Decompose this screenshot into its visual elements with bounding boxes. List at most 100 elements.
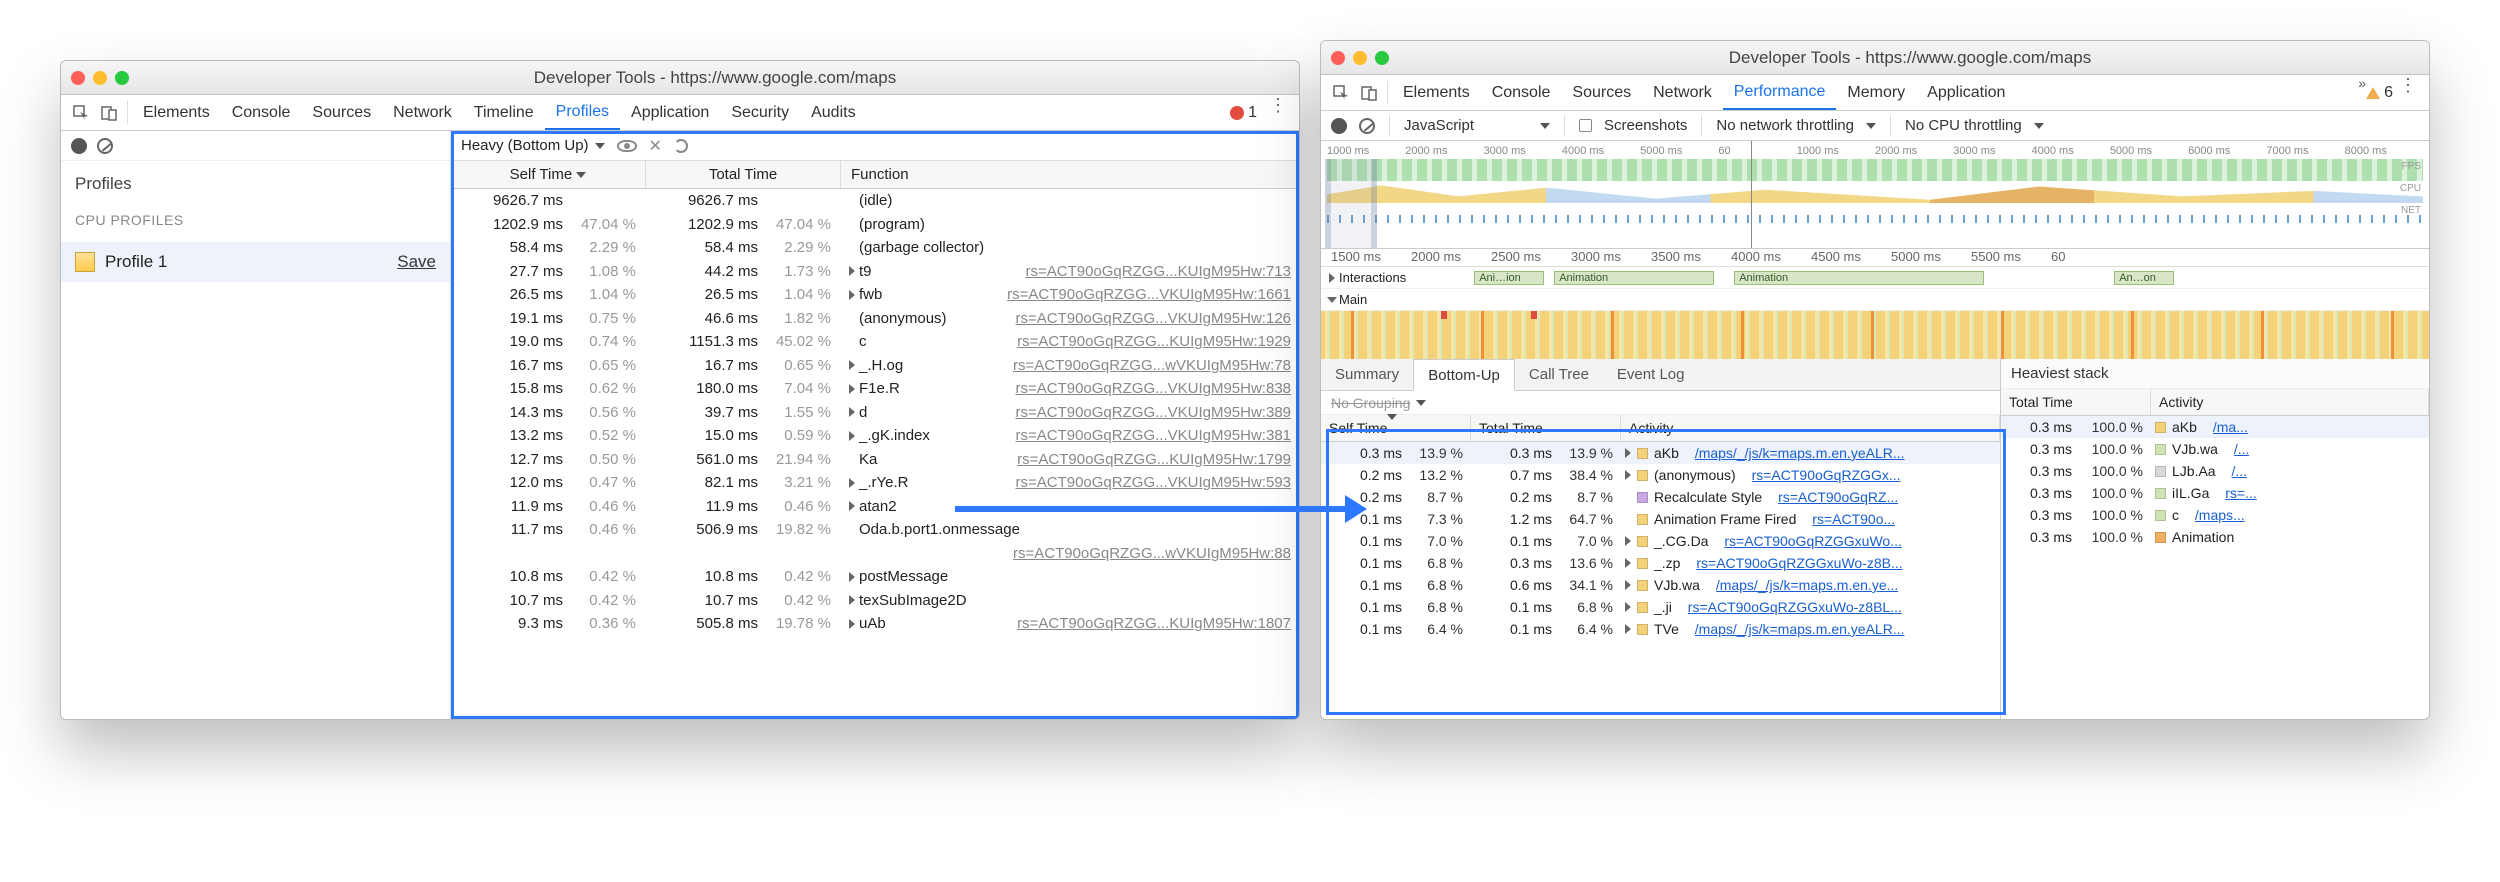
minimize-icon[interactable] [93, 71, 107, 85]
inspect-icon[interactable] [67, 95, 95, 130]
tab-security[interactable]: Security [720, 95, 800, 130]
warning-badge[interactable]: 6 [2366, 75, 2393, 110]
table-row[interactable]: 26.5 ms1.04 %26.5 ms1.04 %fwbrs=ACT90oGq… [451, 283, 1299, 307]
source-link[interactable]: /maps/_/js/k=maps.m.en.yeALR... [1695, 445, 1905, 461]
table-row[interactable]: 13.2 ms0.52 %15.0 ms0.59 %_.gK.indexrs=A… [451, 424, 1299, 448]
tab-memory[interactable]: Memory [1836, 75, 1916, 110]
animation-bar[interactable]: An…on [2114, 271, 2174, 285]
tab-network[interactable]: Network [1642, 75, 1723, 110]
table-row[interactable]: 1202.9 ms47.04 %1202.9 ms47.04 %(program… [451, 213, 1299, 237]
subtab-call-tree[interactable]: Call Tree [1515, 359, 1603, 390]
table-row[interactable]: 0.3 ms13.9 %0.3 ms13.9 %aKb /maps/_/js/k… [1321, 442, 2000, 464]
minimize-icon[interactable] [1353, 51, 1367, 65]
table-row[interactable]: 14.3 ms0.56 %39.7 ms1.55 %drs=ACT90oGqRZ… [451, 401, 1299, 425]
clear-icon[interactable] [97, 138, 113, 154]
close-icon[interactable] [1331, 51, 1345, 65]
interactions-track[interactable]: Interactions [1321, 270, 1414, 285]
close-icon[interactable] [71, 71, 85, 85]
source-link[interactable]: rs=ACT90oGqRZGG...VKUIgM95Hw:838 [1015, 380, 1299, 397]
table-row[interactable]: 15.8 ms0.62 %180.0 ms7.04 %F1e.Rrs=ACT90… [451, 377, 1299, 401]
table-row[interactable]: 0.3 ms100.0 %Animation [2001, 526, 2429, 548]
tab-application[interactable]: Application [1916, 75, 2016, 110]
maximize-icon[interactable] [115, 71, 129, 85]
cpu-throttle-dropdown[interactable]: No CPU throttling [1905, 117, 2044, 134]
table-row[interactable]: 9626.7 ms9626.7 ms(idle) [451, 189, 1299, 213]
expand-icon[interactable] [849, 290, 855, 300]
tab-application[interactable]: Application [620, 95, 720, 130]
source-link[interactable]: rs=ACT90oGqRZGG...VKUIgM95Hw:593 [1015, 474, 1299, 491]
tab-audits[interactable]: Audits [800, 95, 866, 130]
col-function[interactable]: Function [841, 161, 1299, 188]
expand-icon[interactable] [1625, 448, 1631, 458]
flame-chart[interactable]: Interactions Ani…ion Animation Animation… [1321, 267, 2429, 359]
tab-sources[interactable]: Sources [301, 95, 382, 130]
col-activity[interactable]: Activity [1621, 415, 2000, 441]
col-activity[interactable]: Activity [2151, 389, 2429, 415]
clear-icon[interactable] [1359, 118, 1375, 134]
overview-viewport[interactable] [1325, 159, 1377, 248]
table-row[interactable]: 0.3 ms100.0 %c /maps... [2001, 504, 2429, 526]
table-row[interactable]: 19.1 ms0.75 %46.6 ms1.82 %(anonymous)rs=… [451, 307, 1299, 331]
table-row[interactable]: 0.3 ms100.0 %VJb.wa /... [2001, 438, 2429, 460]
device-toggle-icon[interactable] [1355, 75, 1383, 110]
kebab-menu-icon[interactable]: ⋮ [1263, 95, 1293, 130]
record-icon[interactable] [71, 138, 87, 154]
source-link[interactable]: rs=ACT90oGqRZGG...VKUIgM95Hw:126 [1015, 310, 1299, 327]
main-flame-bars[interactable] [1321, 311, 2429, 359]
source-link[interactable]: /... [2231, 463, 2247, 479]
tab-profiles[interactable]: Profiles [545, 95, 620, 130]
source-link[interactable]: rs=ACT90oGqRZGG...KUIgM95Hw:713 [1025, 263, 1299, 280]
source-link[interactable]: /maps/_/js/k=maps.m.en.yeALR... [1695, 621, 1905, 637]
device-toggle-icon[interactable] [95, 95, 123, 130]
expand-icon[interactable] [849, 266, 855, 276]
source-link[interactable]: rs=ACT90oGqRZGGx... [1752, 467, 1901, 483]
source-link[interactable]: rs=ACT90oGqRZGG...VKUIgM95Hw:1661 [1007, 286, 1299, 303]
source-link[interactable]: /ma... [2213, 419, 2248, 435]
table-row[interactable]: 9.3 ms0.36 %505.8 ms19.78 %uAbrs=ACT90oG… [451, 612, 1299, 636]
table-row[interactable]: 0.1 ms6.8 %0.1 ms6.8 %_.ji rs=ACT90oGqRZ… [1321, 596, 2000, 618]
expand-icon[interactable] [1625, 558, 1631, 568]
expand-icon[interactable] [849, 478, 855, 488]
maximize-icon[interactable] [1375, 51, 1389, 65]
view-dropdown[interactable]: Heavy (Bottom Up) [461, 137, 605, 154]
inspect-icon[interactable] [1327, 75, 1355, 110]
table-row[interactable]: 27.7 ms1.08 %44.2 ms1.73 %t9rs=ACT90oGqR… [451, 260, 1299, 284]
overview-timeline[interactable]: 1000 ms2000 ms3000 ms4000 ms5000 ms60100… [1321, 141, 2429, 249]
expand-icon[interactable] [849, 360, 855, 370]
grouping-dropdown[interactable]: No Grouping [1331, 395, 1410, 411]
expand-icon[interactable] [1625, 602, 1631, 612]
expand-icon[interactable] [1625, 470, 1631, 480]
table-row[interactable]: 19.0 ms0.74 %1151.3 ms45.02 %crs=ACT90oG… [451, 330, 1299, 354]
more-tabs-icon[interactable]: » [2358, 75, 2366, 110]
table-row[interactable]: 10.8 ms0.42 %10.8 ms0.42 %postMessage [451, 565, 1299, 589]
source-link[interactable]: rs=ACT90oGqRZGG...VKUIgM95Hw:389 [1015, 404, 1299, 421]
tab-network[interactable]: Network [382, 95, 463, 130]
source-link[interactable]: rs=ACT90oGqRZGG...KUIgM95Hw:1929 [1017, 333, 1299, 350]
tab-elements[interactable]: Elements [1392, 75, 1481, 110]
source-link[interactable]: rs=ACT90oGqRZGGxuWo... [1724, 533, 1902, 549]
table-row[interactable]: 16.7 ms0.65 %16.7 ms0.65 %_.H.ogrs=ACT90… [451, 354, 1299, 378]
expand-icon[interactable] [849, 619, 855, 629]
kebab-menu-icon[interactable]: ⋮ [2393, 75, 2423, 110]
screenshots-checkbox[interactable] [1579, 119, 1592, 132]
table-row[interactable]: 0.1 ms7.3 %1.2 ms64.7 %Animation Frame F… [1321, 508, 2000, 530]
network-throttle-dropdown[interactable]: No network throttling [1716, 117, 1876, 134]
tab-console[interactable]: Console [1481, 75, 1562, 110]
table-row[interactable]: 0.3 ms100.0 %aKb /ma... [2001, 416, 2429, 438]
table-row[interactable]: 0.3 ms100.0 %iIL.Ga rs=... [2001, 482, 2429, 504]
profile-item[interactable]: Profile 1 Save [61, 242, 450, 282]
table-row[interactable]: 58.4 ms2.29 %58.4 ms2.29 %(garbage colle… [451, 236, 1299, 260]
js-filter-dropdown[interactable]: JavaScript [1404, 117, 1550, 134]
expand-icon[interactable] [1625, 580, 1631, 590]
col-total-time[interactable]: Total Time [1471, 415, 1621, 441]
table-row[interactable]: 10.7 ms0.42 %10.7 ms0.42 %texSubImage2D [451, 589, 1299, 613]
source-link[interactable]: /maps... [2195, 507, 2245, 523]
table-row[interactable]: 11.7 ms0.46 %506.9 ms19.82 %Oda.b.port1.… [451, 518, 1299, 542]
table-row[interactable]: 12.7 ms0.50 %561.0 ms21.94 %Kars=ACT90oG… [451, 448, 1299, 472]
col-total-time[interactable]: Total Time [2001, 389, 2151, 415]
col-total-time[interactable]: Total Time [646, 161, 841, 188]
subtab-bottom-up[interactable]: Bottom-Up [1413, 359, 1515, 391]
tab-sources[interactable]: Sources [1561, 75, 1642, 110]
source-link[interactable]: rs=ACT90oGqRZGG...VKUIgM95Hw:381 [1015, 427, 1299, 444]
col-self-time[interactable]: Self Time [1321, 415, 1471, 441]
